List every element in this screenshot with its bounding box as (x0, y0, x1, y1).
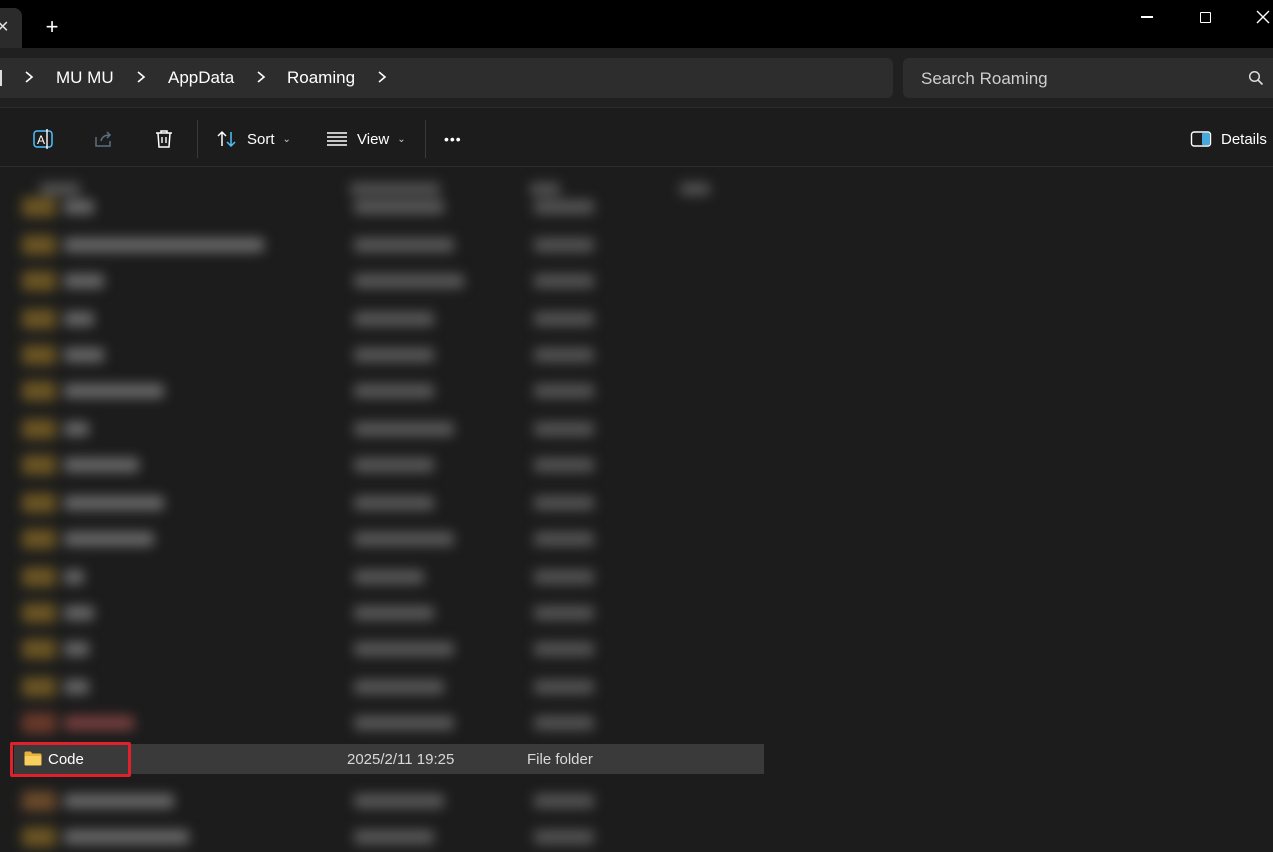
view-icon (327, 132, 347, 146)
minimize-icon (1141, 16, 1153, 18)
breadcrumb-item-appdata[interactable]: AppData (168, 68, 234, 88)
list-item[interactable] (14, 197, 764, 217)
chevron-right-icon[interactable] (254, 69, 268, 85)
sort-icon (217, 130, 236, 148)
share-button[interactable] (92, 125, 116, 153)
list-item[interactable] (14, 603, 764, 623)
folder-icon (24, 751, 42, 766)
list-item[interactable] (14, 419, 764, 439)
toolbar-separator (197, 120, 198, 158)
list-item[interactable] (14, 271, 764, 291)
close-button[interactable] (1240, 4, 1273, 30)
address-row: MU MU AppData Roaming Search Roaming (0, 48, 1273, 108)
trash-icon (156, 130, 172, 148)
address-bar[interactable]: MU MU AppData Roaming (0, 58, 893, 98)
details-pane-icon (1190, 131, 1212, 147)
search-placeholder: Search Roaming (921, 69, 1048, 88)
minimize-button[interactable] (1124, 4, 1170, 30)
list-item[interactable] (14, 639, 764, 659)
rename-icon: A (33, 129, 53, 149)
chevron-right-icon[interactable] (134, 69, 148, 85)
list-item[interactable] (14, 567, 764, 587)
chevron-right-icon[interactable] (375, 69, 389, 85)
list-item[interactable] (14, 529, 764, 549)
maximize-icon (1199, 11, 1211, 23)
file-date-modified: 2025/2/11 19:25 (347, 751, 455, 768)
search-input[interactable]: Search Roaming (903, 58, 1273, 98)
list-item[interactable] (14, 455, 764, 475)
tab-close-icon[interactable]: ✕ (0, 17, 9, 37)
command-bar: A Sort ⌄ View ⌄ ••• Details (0, 109, 1273, 167)
list-item[interactable] (14, 827, 764, 847)
share-icon (95, 131, 112, 147)
toolbar-separator (425, 120, 426, 158)
browser-tab[interactable]: ✕ (0, 8, 22, 48)
list-item[interactable] (14, 713, 764, 733)
column-header-size[interactable] (680, 183, 710, 195)
more-options-button[interactable]: ••• (444, 125, 462, 153)
list-item[interactable] (14, 381, 764, 401)
view-label: View (357, 130, 390, 148)
table-row-selected[interactable]: Code 2025/2/11 19:25 File folder (14, 744, 764, 774)
column-header-name[interactable] (40, 183, 80, 195)
list-item[interactable] (14, 677, 764, 697)
delete-button[interactable] (152, 125, 176, 153)
list-item[interactable] (14, 235, 764, 255)
chevron-down-icon: ⌄ (282, 133, 291, 145)
maximize-button[interactable] (1182, 4, 1228, 30)
rename-button[interactable]: A (31, 125, 57, 153)
column-header-date[interactable] (350, 183, 440, 195)
view-button[interactable]: View ⌄ (326, 125, 406, 153)
list-item[interactable] (14, 493, 764, 513)
list-item[interactable] (14, 345, 764, 365)
close-icon (1256, 10, 1270, 24)
address-bar-edge (0, 70, 2, 86)
details-label: Details (1221, 130, 1267, 148)
breadcrumb-item-roaming[interactable]: Roaming (287, 68, 355, 88)
file-list[interactable]: Code 2025/2/11 19:25 File folder (0, 167, 772, 852)
file-type: File folder (527, 751, 593, 768)
svg-text:A: A (37, 133, 45, 147)
title-bar: ✕ + (0, 0, 1273, 48)
sort-label: Sort (247, 130, 275, 148)
file-name: Code (48, 751, 84, 768)
new-tab-button[interactable]: + (40, 15, 64, 39)
list-item[interactable] (14, 791, 764, 811)
search-icon[interactable] (1248, 70, 1264, 86)
sort-button[interactable]: Sort ⌄ (216, 125, 291, 153)
more-icon: ••• (444, 131, 462, 147)
chevron-down-icon: ⌄ (397, 133, 406, 145)
details-button[interactable]: Details (1190, 125, 1267, 153)
breadcrumb-item-mu-mu[interactable]: MU MU (56, 68, 114, 88)
column-header-type[interactable] (530, 183, 560, 195)
chevron-right-icon[interactable] (22, 69, 36, 85)
list-item[interactable] (14, 309, 764, 329)
